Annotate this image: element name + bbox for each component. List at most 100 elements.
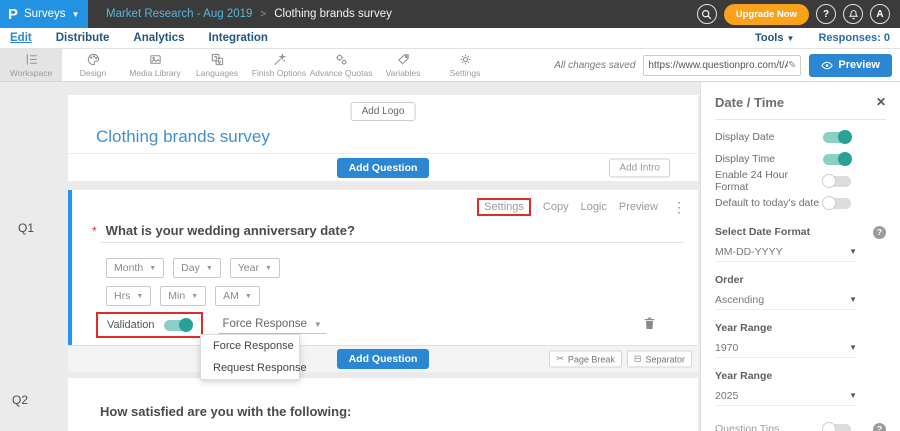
year-range-start-label: Year Range xyxy=(715,320,886,336)
survey-header-footer: Add Question Add Intro xyxy=(68,153,698,181)
account-avatar[interactable]: A xyxy=(870,4,890,24)
add-question-button-top[interactable]: Add Question xyxy=(337,158,430,178)
order-label: Order xyxy=(715,272,886,288)
q1-question-text[interactable]: What is your wedding anniversary date? xyxy=(106,223,355,238)
add-question-button-middle[interactable]: Add Question xyxy=(337,349,430,369)
survey-title[interactable]: Clothing brands survey xyxy=(96,127,270,147)
surveys-product-switcher[interactable]: P Surveys ▼ xyxy=(0,0,88,28)
setting-row-24-hour: Enable 24 Hour Format xyxy=(715,170,886,192)
breadcrumb-folder[interactable]: Market Research - Aug 2019 xyxy=(106,8,252,20)
enable-24-hour-toggle[interactable] xyxy=(823,176,851,187)
year-range-start-select[interactable]: 1970 ▼ xyxy=(715,338,857,358)
toolbar-item-languages[interactable]: Languages xyxy=(186,49,248,81)
help-icon[interactable]: ? xyxy=(873,226,886,239)
minutes-select[interactable]: Min▼ xyxy=(160,286,206,306)
page-break-button[interactable]: ✂Page Break xyxy=(549,351,622,368)
menu-bar: Edit Distribute Analytics Integration To… xyxy=(0,28,900,49)
select-date-format-label: Select Date Format ? xyxy=(715,224,886,240)
menu-bar-right: Tools ▼ Responses: 0 xyxy=(755,32,890,44)
validation-toggle[interactable] xyxy=(164,320,192,331)
toolbar-right: All changes saved ✎ Preview xyxy=(554,49,900,81)
tab-edit[interactable]: Edit xyxy=(10,32,32,44)
toolbar-item-media-library[interactable]: Media Library xyxy=(124,49,186,81)
month-select[interactable]: Month▼ xyxy=(106,258,164,278)
menu-item-request-response[interactable]: Request Response xyxy=(201,357,299,379)
menu-item-force-response[interactable]: Force Response xyxy=(201,335,299,357)
q1-time-selects: Hrs▼ Min▼ AM▼ xyxy=(106,286,260,306)
hours-select[interactable]: Hrs▼ xyxy=(106,286,151,306)
survey-url-box: ✎ xyxy=(643,55,801,76)
chevron-down-icon: ▼ xyxy=(849,295,857,304)
chevron-down-icon: ▼ xyxy=(849,247,857,256)
survey-header-card: Add Logo Clothing brands survey Add Ques… xyxy=(68,95,698,181)
q1-date-selects: Month▼ Day▼ Year▼ xyxy=(106,258,280,278)
setting-row-question-tips: Question Tips ? xyxy=(715,418,886,431)
workspace-toolbar: Workspace Design Media Library Languages… xyxy=(0,49,900,82)
toolbar-item-settings[interactable]: Settings xyxy=(434,49,496,81)
responses-count[interactable]: Responses: 0 xyxy=(818,32,890,44)
q1-copy-link[interactable]: Copy xyxy=(543,201,569,213)
preview-button[interactable]: Preview xyxy=(809,54,892,77)
force-response-dropdown[interactable]: Force Response ▼ xyxy=(219,316,326,334)
ampm-select[interactable]: AM▼ xyxy=(215,286,260,306)
survey-url-input[interactable] xyxy=(648,60,788,71)
setting-row-display-date: Display Date xyxy=(715,126,886,148)
kebab-menu-icon[interactable]: ⋮ xyxy=(672,199,686,216)
separator-button[interactable]: ⊟Separator xyxy=(627,351,692,368)
eye-icon xyxy=(821,61,833,70)
notifications-button[interactable] xyxy=(843,4,863,24)
upgrade-now-button[interactable]: Upgrade Now xyxy=(724,4,809,25)
tab-integration[interactable]: Integration xyxy=(209,32,268,44)
toolbar-item-advance-quotas[interactable]: Advance Quotas xyxy=(310,49,372,81)
day-select[interactable]: Day▼ xyxy=(173,258,221,278)
year-range-end-select[interactable]: 2025 ▼ xyxy=(715,386,857,406)
help-icon[interactable]: ? xyxy=(873,423,886,431)
edit-url-icon[interactable]: ✎ xyxy=(788,60,796,71)
questionpro-logo-icon: P xyxy=(8,7,18,22)
year-select[interactable]: Year▼ xyxy=(230,258,280,278)
add-intro-button[interactable]: Add Intro xyxy=(609,158,670,177)
close-icon[interactable]: ✕ xyxy=(876,95,886,109)
q1-question-underline xyxy=(100,242,684,243)
tab-distribute[interactable]: Distribute xyxy=(56,32,110,44)
chevron-down-icon: ▼ xyxy=(849,391,857,400)
order-select[interactable]: Ascending ▼ xyxy=(715,290,857,310)
setting-row-default-today: Default to today's date xyxy=(715,192,886,214)
chevron-down-icon: ▼ xyxy=(136,293,143,300)
separator-icon: ⊟ xyxy=(634,354,642,365)
help-button[interactable]: ? xyxy=(816,4,836,24)
display-date-toggle[interactable] xyxy=(823,132,851,143)
delete-question-button[interactable] xyxy=(643,316,656,335)
date-format-select[interactable]: MM-DD-YYYY ▼ xyxy=(715,242,857,262)
validation-label: Validation xyxy=(107,319,155,331)
tab-analytics[interactable]: Analytics xyxy=(133,32,184,44)
toolbar-item-finish-options[interactable]: Finish Options xyxy=(248,49,310,81)
q1-preview-link[interactable]: Preview xyxy=(619,201,658,213)
search-button[interactable] xyxy=(697,4,717,24)
translate-icon xyxy=(210,52,225,67)
toolbar-item-workspace[interactable]: Workspace xyxy=(0,49,62,81)
q1-logic-link[interactable]: Logic xyxy=(581,201,607,213)
product-name: Surveys xyxy=(24,8,66,20)
q1-question-row: * What is your wedding anniversary date? xyxy=(92,223,355,238)
toolbar-item-design[interactable]: Design xyxy=(62,49,124,81)
top-bar: P Surveys ▼ Market Research - Aug 2019 >… xyxy=(0,0,900,28)
between-questions-band: Add Question ✂Page Break ⊟Separator xyxy=(68,345,698,372)
question-card-q2: How satisfied are you with the following… xyxy=(68,378,698,431)
q2-question-text[interactable]: How satisfied are you with the following… xyxy=(100,404,351,419)
top-bar-actions: Upgrade Now ? A xyxy=(697,4,900,25)
question-tips-toggle[interactable] xyxy=(823,424,851,431)
q1-settings-link-highlighted[interactable]: Settings xyxy=(477,198,531,216)
breadcrumb-current-survey: Clothing brands survey xyxy=(274,8,392,20)
magic-wand-icon xyxy=(272,52,287,67)
required-asterisk: * xyxy=(92,224,97,238)
tag-icon xyxy=(396,52,411,67)
default-today-toggle[interactable] xyxy=(823,198,851,209)
toolbar-item-variables[interactable]: Variables xyxy=(372,49,434,81)
gears-icon xyxy=(334,52,349,67)
display-time-toggle[interactable] xyxy=(823,154,851,165)
chevron-down-icon: ▼ xyxy=(72,10,80,19)
question-number-q1: Q1 xyxy=(18,221,34,235)
add-logo-button[interactable]: Add Logo xyxy=(351,102,416,121)
tools-dropdown[interactable]: Tools ▼ xyxy=(755,32,795,44)
